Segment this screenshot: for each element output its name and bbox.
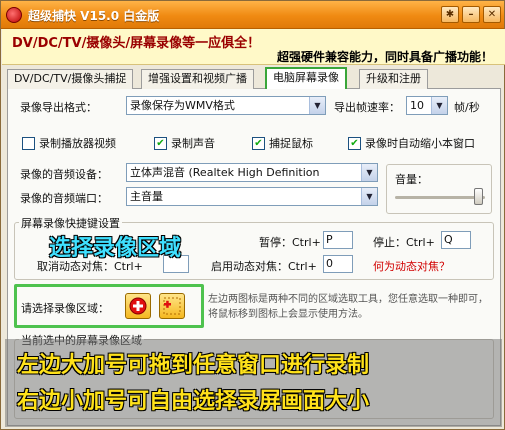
slogan-secondary: 超强硬件兼容能力，同时具备广播功能！ (276, 50, 493, 64)
record-player-label: 录制播放器视频 (39, 137, 116, 150)
tab-dv-capture[interactable]: DV/DC/TV/摄像头捕捉 (7, 69, 134, 89)
stop-label: 停止：Ctrl+ (373, 236, 435, 249)
app-logo-icon (6, 7, 22, 23)
tab-strip: DV/DC/TV/摄像头捕捉 增强设置和视频广播 电脑屏幕录像 升级和注册 (7, 67, 501, 89)
tab-screen-record[interactable]: 电脑屏幕录像 (265, 67, 347, 89)
drag-window-picker-button[interactable] (125, 293, 151, 319)
pause-label: 暂停：Ctrl+ (259, 236, 321, 249)
export-format-label: 录像导出格式： (20, 101, 97, 114)
checkmark-icon: ✔ (252, 136, 265, 150)
audio-port-value: 主音量 (130, 190, 163, 203)
region-help-text: 左边两图标是两种不同的区域选取工具，您任意选取一种即可，将鼠标移到图标上会显示使… (208, 294, 488, 320)
auto-minimize-checkbox[interactable]: ✔ 录像时自动缩小本窗口 (348, 135, 475, 151)
volume-slider-thumb[interactable] (473, 188, 483, 205)
export-format-value: 录像保存为WMV格式 (130, 99, 235, 112)
volume-group: 音量： (386, 164, 492, 214)
capture-mouse-checkbox[interactable]: ✔ 捕捉鼠标 (252, 135, 313, 151)
dynamic-focus-label: 启用动态对焦：Ctrl+ (211, 260, 317, 273)
export-format-select[interactable]: 录像保存为WMV格式 ▼ (126, 96, 326, 115)
audio-device-label: 录像的音频设备： (20, 168, 108, 181)
volume-slider-track[interactable] (395, 196, 485, 199)
hotkeys-group-title: 屏幕录像快捷键设置 (19, 215, 122, 231)
close-button[interactable]: ✕ (483, 6, 501, 23)
region-select-label: 请选择录像区域： (21, 302, 109, 315)
minimize-button[interactable]: – (462, 6, 480, 23)
chevron-down-icon: ▼ (431, 97, 447, 114)
fps-select[interactable]: 10 ▼ (406, 96, 448, 115)
app-window: 超级捕快 V15.0 白金版 ✱ – ✕ DV/DC/TV/摄像头/屏幕录像等一… (0, 0, 505, 430)
capture-mouse-label: 捕捉鼠标 (269, 137, 313, 150)
tab-enhanced-broadcast[interactable]: 增强设置和视频广播 (141, 69, 254, 89)
stop-key-input[interactable]: Q (441, 231, 471, 249)
chevron-down-icon: ▼ (361, 164, 377, 181)
region-plus-icon (163, 297, 181, 315)
record-sound-label: 录制声音 (171, 137, 215, 150)
settings-button[interactable]: ✱ (441, 6, 459, 23)
what-is-dynamic-focus-link[interactable]: 何为动态对焦？ (373, 258, 450, 274)
chevron-down-icon: ▼ (309, 97, 325, 114)
slogan-primary: DV/DC/TV/摄像头/屏幕录像等一应俱全！ (12, 36, 261, 51)
audio-port-label: 录像的音频端口： (20, 192, 108, 205)
fps-label: 导出帧速率： (334, 101, 400, 114)
title-bar[interactable]: 超级捕快 V15.0 白金版 ✱ – ✕ (1, 1, 504, 29)
checkmark-icon: ✔ (348, 136, 361, 150)
checkmark-icon: ✔ (154, 136, 167, 150)
window-title: 超级捕快 V15.0 白金版 (28, 9, 160, 23)
volume-label: 音量： (395, 173, 428, 186)
audio-device-value: 立体声混音 (Realtek High Definition (130, 166, 320, 179)
dynamic-focus-key-input[interactable]: 0 (323, 255, 353, 273)
fps-value: 10 (410, 99, 424, 112)
record-player-checkbox[interactable]: 录制播放器视频 (22, 135, 116, 151)
tab-upgrade-register[interactable]: 升级和注册 (359, 69, 428, 89)
audio-device-select[interactable]: 立体声混音 (Realtek High Definition ▼ (126, 163, 378, 182)
auto-minimize-label: 录像时自动缩小本窗口 (365, 137, 475, 150)
pause-key-input[interactable]: P (323, 231, 353, 249)
crosshair-plus-icon (129, 297, 147, 315)
select-region-overlay: 选择录像区域 (49, 236, 182, 261)
checkbox-unchecked-icon (22, 136, 35, 150)
overlay-line-2: 右边小加号可自由选择录屏画面大小 (17, 389, 370, 414)
free-region-picker-button[interactable] (159, 293, 185, 319)
audio-port-select[interactable]: 主音量 ▼ (126, 187, 378, 206)
overlay-line-1: 左边大加号可拖到任意窗口进行录制 (17, 353, 370, 378)
chevron-down-icon: ▼ (361, 188, 377, 205)
record-sound-checkbox[interactable]: ✔ 录制声音 (154, 135, 215, 151)
header-banner: DV/DC/TV/摄像头/屏幕录像等一应俱全！ 超强硬件兼容能力，同时具备广播功… (2, 29, 505, 65)
fps-unit: 帧/秒 (454, 101, 480, 114)
region-select-highlight: 请选择录像区域： (14, 284, 204, 328)
